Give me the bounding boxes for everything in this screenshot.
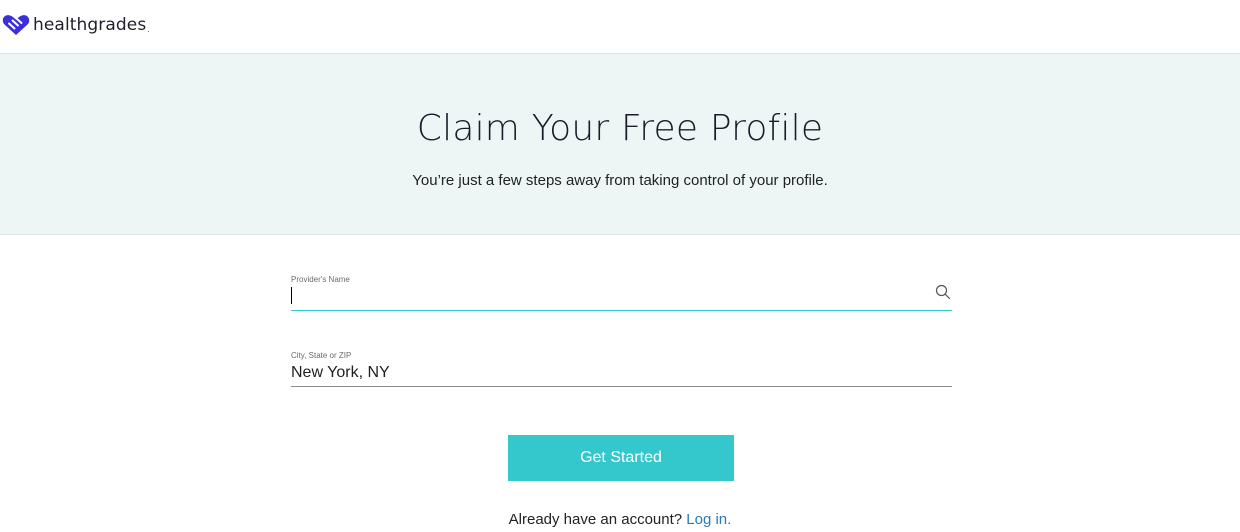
logo-dot: . — [147, 24, 150, 34]
search-icon[interactable] — [934, 283, 952, 301]
site-header: healthgrades. — [0, 0, 1240, 54]
provider-name-field[interactable]: Provider's Name — [291, 273, 952, 311]
hero-banner: Claim Your Free Profile You’re just a fe… — [0, 54, 1240, 235]
location-field[interactable]: City, State or ZIP — [291, 349, 952, 387]
logo-wordmark: healthgrades — [33, 15, 147, 35]
get-started-button[interactable]: Get Started — [508, 435, 734, 481]
provider-name-label: Provider's Name — [291, 275, 350, 284]
location-input[interactable] — [291, 362, 911, 384]
login-link-period: . — [727, 511, 732, 528]
healthgrades-logo[interactable]: healthgrades. — [2, 14, 150, 36]
page-subtitle: You’re just a few steps away from taking… — [412, 172, 828, 189]
login-prompt-text: Already have an account? — [508, 511, 683, 528]
heart-logo-icon — [2, 15, 30, 35]
login-prompt: Already have an account? Log in. — [0, 511, 1240, 528]
location-label: City, State or ZIP — [291, 351, 352, 360]
login-link[interactable]: Log in — [686, 511, 727, 528]
page-title: Claim Your Free Profile — [416, 108, 824, 149]
provider-name-input[interactable] — [291, 286, 911, 308]
